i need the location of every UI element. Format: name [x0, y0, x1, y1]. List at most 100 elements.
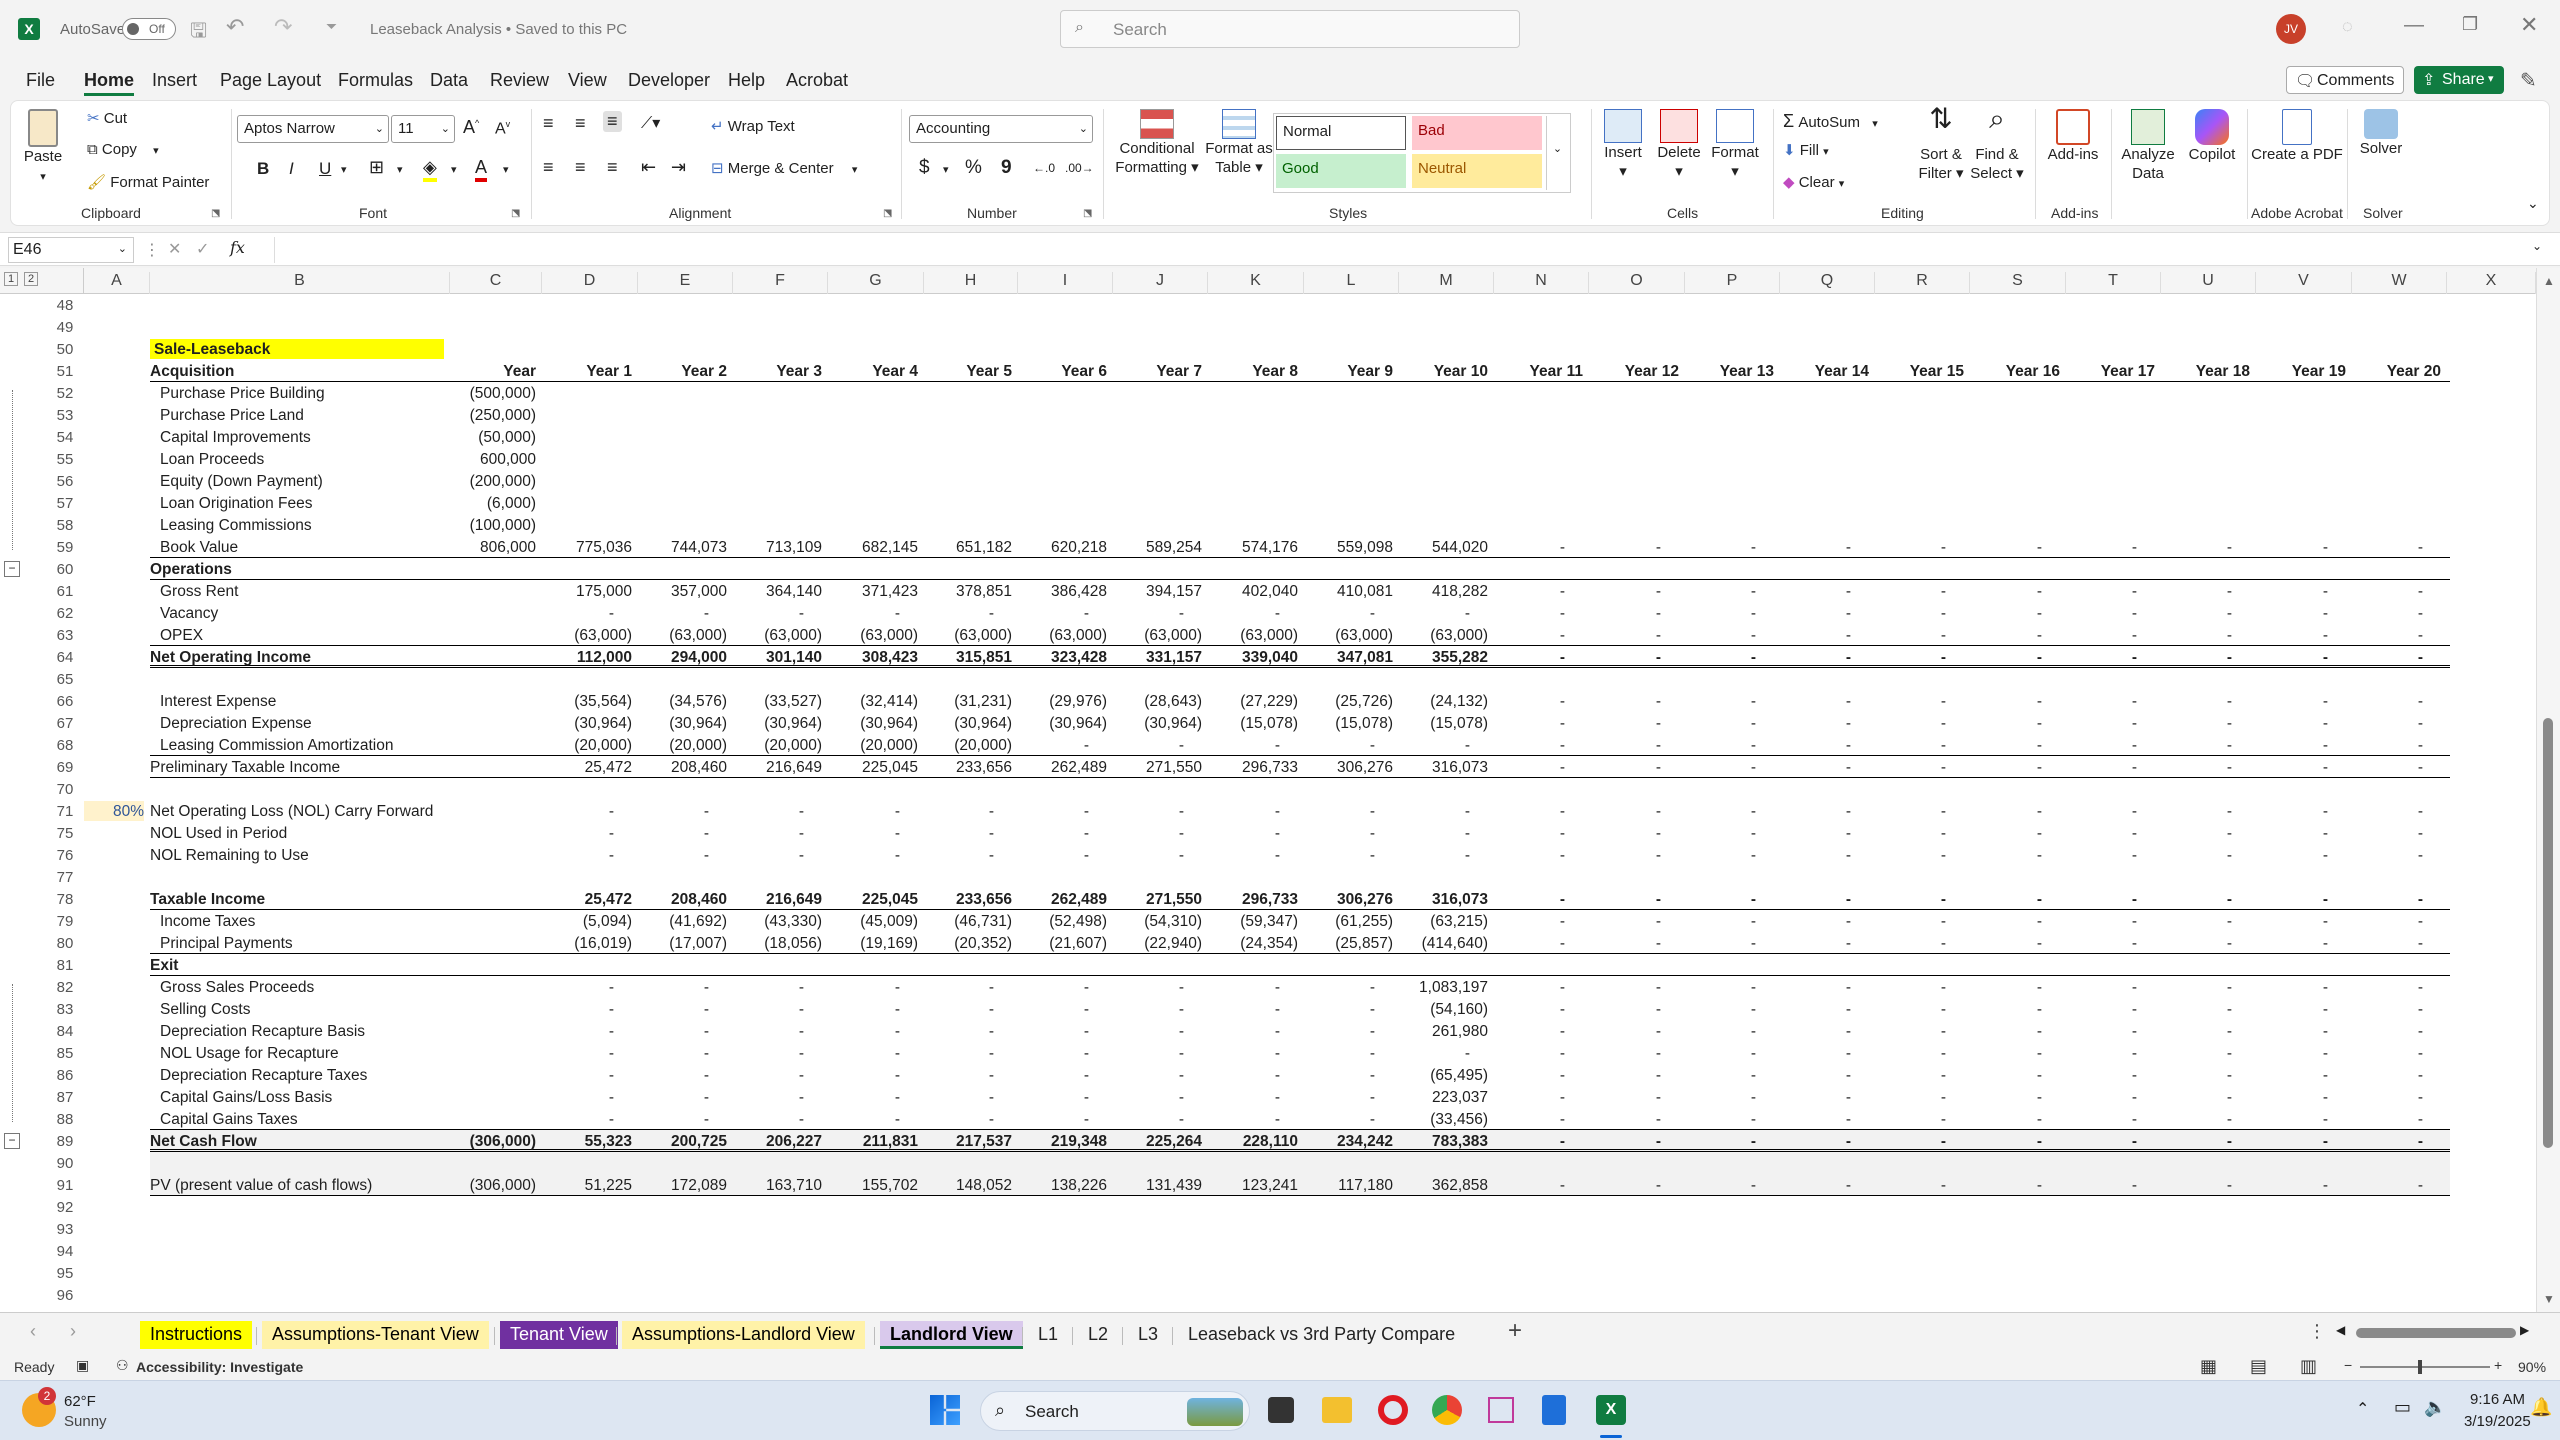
value-cell[interactable]: -: [1875, 891, 1964, 909]
value-cell[interactable]: -: [1780, 627, 1869, 645]
row-number[interactable]: 86: [50, 1067, 80, 1084]
value-cell[interactable]: -: [2161, 649, 2250, 667]
value-cell[interactable]: 394,157: [1113, 583, 1202, 601]
row-label[interactable]: Purchase Price Building: [160, 385, 444, 403]
tab-data[interactable]: Data: [430, 70, 468, 91]
value-cell[interactable]: 51,225: [542, 1177, 632, 1195]
value-cell[interactable]: (63,000): [1113, 627, 1202, 645]
value-cell[interactable]: -: [1589, 583, 1679, 601]
value-cell[interactable]: (63,000): [1399, 627, 1488, 645]
tab-home[interactable]: Home: [84, 70, 135, 96]
row-label[interactable]: Capital Improvements: [160, 429, 444, 447]
value-cell[interactable]: 620,218: [1018, 539, 1107, 557]
font-size-select[interactable]: 11 ⌄: [391, 115, 455, 143]
value-cell[interactable]: -: [828, 847, 918, 865]
value-cell[interactable]: -: [1685, 825, 1774, 843]
autosum-button[interactable]: Σ AutoSum ▾: [1783, 111, 1878, 132]
value-cell[interactable]: -: [542, 1023, 632, 1041]
add-ins-button[interactable]: Add-ins: [2043, 109, 2103, 164]
value-cell[interactable]: -: [1685, 649, 1774, 667]
value-cell[interactable]: -: [924, 605, 1012, 623]
align-left-icon[interactable]: ≡: [543, 157, 554, 178]
value-cell[interactable]: -: [1018, 1067, 1107, 1085]
value-cell[interactable]: -: [2161, 1045, 2250, 1063]
borders-dropdown-icon[interactable]: ▾: [397, 163, 403, 176]
sheet-tab[interactable]: Leaseback vs 3rd Party Compare: [1178, 1321, 1465, 1349]
column-header[interactable]: O: [1589, 272, 1685, 294]
value-cell[interactable]: -: [1113, 1045, 1202, 1063]
value-cell[interactable]: (65,495): [1399, 1067, 1488, 1085]
value-cell[interactable]: -: [1970, 1177, 2060, 1195]
value-cell[interactable]: -: [1780, 1177, 1869, 1195]
sheet-tab[interactable]: Landlord View: [880, 1321, 1023, 1349]
value-cell[interactable]: -: [733, 1001, 822, 1019]
value-cell[interactable]: -: [1589, 737, 1679, 755]
value-cell[interactable]: -: [2256, 539, 2346, 557]
value-cell[interactable]: -: [2161, 1001, 2250, 1019]
conditional-formatting-button[interactable]: Conditional Formatting ▾: [1109, 109, 1205, 177]
value-cell[interactable]: -: [2256, 1111, 2346, 1129]
value-cell[interactable]: -: [2161, 913, 2250, 931]
value-cell[interactable]: 306,276: [1304, 891, 1393, 909]
row-label[interactable]: Principal Payments: [160, 935, 444, 953]
value-cell[interactable]: -: [1018, 1089, 1107, 1107]
format-cells-button[interactable]: Format ▾: [1707, 109, 1763, 181]
value-cell[interactable]: -: [1970, 693, 2060, 711]
column-header[interactable]: R: [1875, 272, 1970, 294]
value-cell[interactable]: -: [1970, 913, 2060, 931]
value-cell[interactable]: -: [2066, 1001, 2155, 1019]
value-cell[interactable]: -: [1685, 759, 1774, 777]
value-cell[interactable]: -: [638, 1023, 727, 1041]
value-cell[interactable]: 651,182: [924, 539, 1012, 557]
value-cell[interactable]: -: [1685, 715, 1774, 733]
value-cell[interactable]: (306,000): [450, 1177, 536, 1195]
value-cell[interactable]: -: [828, 1067, 918, 1085]
next-sheet-icon[interactable]: ›: [70, 1321, 76, 1342]
value-cell[interactable]: (45,009): [828, 913, 918, 931]
copilot-button[interactable]: Copilot: [2183, 109, 2241, 164]
value-cell[interactable]: -: [1589, 1177, 1679, 1195]
value-cell[interactable]: -: [1304, 803, 1393, 821]
value-cell[interactable]: -: [2256, 1001, 2346, 1019]
expand-formula-icon[interactable]: ⌄: [2532, 239, 2542, 253]
sheet-tab[interactable]: L3: [1128, 1321, 1168, 1349]
value-cell[interactable]: -: [1589, 539, 1679, 557]
value-cell[interactable]: -: [2161, 605, 2250, 623]
analyze-data-button[interactable]: Analyze Data: [2115, 109, 2181, 183]
value-cell[interactable]: -: [1875, 627, 1964, 645]
value-cell[interactable]: -: [1113, 803, 1202, 821]
value-cell[interactable]: (50,000): [450, 429, 536, 447]
value-cell[interactable]: -: [2066, 803, 2155, 821]
value-cell[interactable]: -: [1780, 979, 1869, 997]
value-cell[interactable]: 219,348: [1018, 1133, 1107, 1151]
value-cell[interactable]: 216,649: [733, 891, 822, 909]
column-title[interactable]: Year 6: [1018, 363, 1107, 381]
column-title[interactable]: Year 4: [828, 363, 918, 381]
value-cell[interactable]: 123,241: [1208, 1177, 1298, 1195]
value-cell[interactable]: 271,550: [1113, 891, 1202, 909]
align-middle-icon[interactable]: ≡: [575, 113, 586, 134]
value-cell[interactable]: -: [2256, 693, 2346, 711]
value-cell[interactable]: -: [1304, 825, 1393, 843]
column-header[interactable]: C: [450, 272, 542, 294]
column-header[interactable]: F: [733, 272, 828, 294]
value-cell[interactable]: -: [1399, 825, 1488, 843]
row-number[interactable]: 51: [50, 363, 80, 380]
value-cell[interactable]: -: [1113, 847, 1202, 865]
sheet-tab[interactable]: L2: [1078, 1321, 1118, 1349]
row-number[interactable]: 50: [50, 341, 80, 358]
value-cell[interactable]: -: [1685, 1177, 1774, 1195]
value-cell[interactable]: -: [1494, 737, 1583, 755]
align-top-icon[interactable]: ≡: [543, 113, 554, 134]
value-cell[interactable]: -: [1208, 1001, 1298, 1019]
value-cell[interactable]: (63,000): [1304, 627, 1393, 645]
value-cell[interactable]: -: [2161, 825, 2250, 843]
value-cell[interactable]: 308,423: [828, 649, 918, 667]
value-cell[interactable]: 378,851: [924, 583, 1012, 601]
value-cell[interactable]: -: [1970, 979, 2060, 997]
value-cell[interactable]: -: [2352, 759, 2441, 777]
value-cell[interactable]: -: [1780, 1089, 1869, 1107]
row-label[interactable]: Capital Gains Taxes: [160, 1111, 444, 1129]
redo-icon[interactable]: ↷: [274, 14, 292, 40]
row-label[interactable]: Exit: [150, 957, 444, 975]
